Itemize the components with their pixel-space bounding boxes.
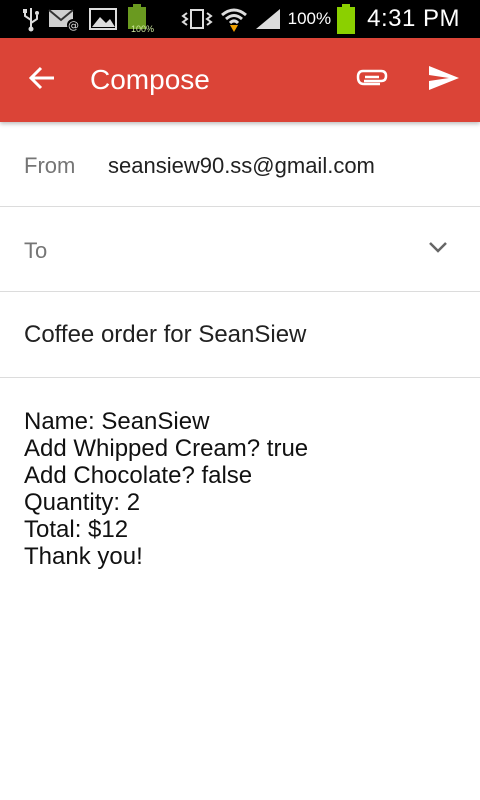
body-line: Quantity: 2 xyxy=(24,489,141,516)
app-bar: Compose xyxy=(0,38,480,122)
status-bar: @ 100% 100% 4:31 PM xyxy=(0,0,480,38)
body-line: Add Chocolate? false xyxy=(24,462,253,489)
from-label: From xyxy=(24,153,76,178)
battery-percent: 100% xyxy=(287,9,332,28)
email-notification-icon: @ xyxy=(48,6,80,32)
body-line: Add Whipped Cream? true xyxy=(24,435,309,462)
subject-row: Coffee order for SeanSiew xyxy=(0,292,480,378)
to-row: To xyxy=(0,207,480,292)
vibrate-icon xyxy=(180,7,214,31)
body-line: Name: SeanSiew xyxy=(24,408,210,435)
page-title: Compose xyxy=(90,64,210,95)
notification-icons: @ xyxy=(22,4,148,34)
svg-text:@: @ xyxy=(68,19,79,32)
from-account[interactable]: seansiew90.ss@gmail.com xyxy=(108,153,375,179)
body-line: Total: $12 xyxy=(24,516,129,543)
attach-button[interactable] xyxy=(346,58,398,102)
to-field[interactable] xyxy=(80,227,410,273)
back-button[interactable] xyxy=(18,58,66,102)
send-icon xyxy=(428,64,460,97)
wifi-icon xyxy=(220,5,248,33)
arrow-back-icon xyxy=(28,64,56,97)
system-icons: 100% 4:31 PM xyxy=(180,2,460,36)
chevron-down-icon xyxy=(428,240,448,259)
expand-recipients-button[interactable] xyxy=(418,229,458,269)
compose-body[interactable]: Name: SeanSiew Add Whipped Cream? true A… xyxy=(0,378,480,800)
body-text: Name: SeanSiew Add Whipped Cream? true A… xyxy=(24,408,308,570)
body-line: Thank you! xyxy=(24,543,143,570)
battery-small-label: 100% xyxy=(131,24,155,34)
from-row: From seansiew90.ss@gmail.com xyxy=(0,122,480,207)
paperclip-icon xyxy=(356,67,388,94)
to-label: To xyxy=(24,238,48,263)
subject-field[interactable]: Coffee order for SeanSiew xyxy=(24,321,306,349)
usb-icon xyxy=(22,6,40,32)
send-button[interactable] xyxy=(418,58,470,102)
gallery-icon xyxy=(88,6,118,32)
signal-icon xyxy=(254,7,282,31)
battery-icon xyxy=(337,4,356,34)
clock: 4:31 PM xyxy=(367,5,460,32)
